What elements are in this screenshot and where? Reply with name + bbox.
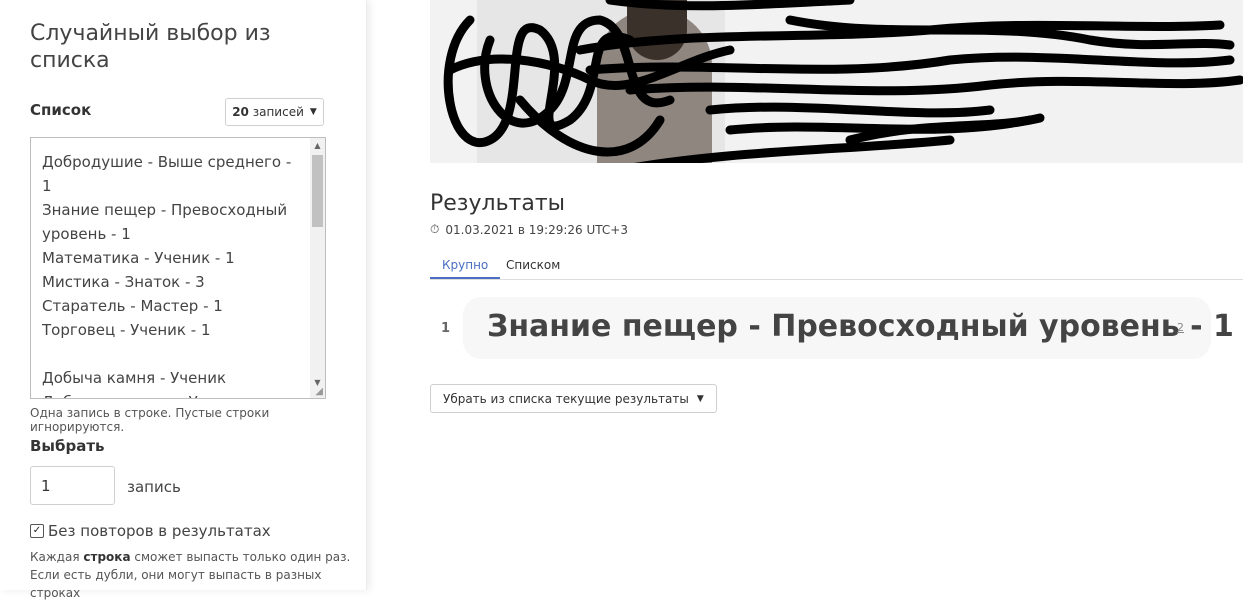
- quantity-input[interactable]: [30, 466, 115, 505]
- chevron-down-icon: ▼: [696, 393, 704, 404]
- redaction-scribble: [443, 0, 1243, 163]
- remove-results-label: Убрать из списка текущие результаты: [443, 391, 689, 406]
- remove-results-button[interactable]: Убрать из списка текущие результаты ▼: [430, 384, 717, 413]
- no-repeat-label: Без повторов в результатах: [48, 522, 271, 540]
- scroll-up-arrow-icon[interactable]: ▲: [310, 138, 325, 153]
- result-text: Знание пещер - Превосходный уровень - 1: [487, 309, 1234, 344]
- hint-prefix: Каждая: [30, 550, 80, 564]
- tab-big[interactable]: Крупно: [430, 252, 501, 279]
- no-repeat-hint: Каждая строка сможет выпасть только один…: [30, 548, 366, 602]
- check-icon[interactable]: ✓: [30, 524, 44, 538]
- record-count-unit: записей: [252, 105, 304, 119]
- list-hint: Одна запись в строке. Пустые строки игно…: [30, 406, 270, 434]
- result-sub-link[interactable]: 2: [1177, 321, 1184, 334]
- record-count-select[interactable]: 20 записей ▼: [225, 98, 324, 126]
- list-textarea[interactable]: Добродушие - Выше среднего - 1 Знание пе…: [30, 137, 326, 399]
- settings-panel: Случайный выбор из списка Список 20 запи…: [0, 0, 367, 600]
- header-banner: [430, 0, 1243, 163]
- tab-list[interactable]: Списком: [494, 252, 572, 279]
- list-scrollbar[interactable]: ▲ ▼: [310, 138, 325, 398]
- record-count-value: 20: [232, 105, 249, 119]
- result-timestamp: ⏱ 01.03.2021 в 19:29:26 UTC+3: [430, 222, 628, 237]
- stopwatch-icon: ⏱: [430, 222, 440, 236]
- chevron-down-icon: ▼: [309, 107, 317, 117]
- result-card: Знание пещер - Превосходный уровень - 1 …: [463, 297, 1234, 359]
- hint-bold: строка: [83, 550, 131, 564]
- no-repeat-checkbox[interactable]: ✓ Без повторов в результатах: [30, 522, 271, 540]
- hint-line2: Если есть дубли, они могут выпасть в раз…: [30, 568, 322, 600]
- resize-grip-icon[interactable]: ◢: [315, 387, 323, 397]
- list-textarea-content[interactable]: Добродушие - Выше среднего - 1 Знание пе…: [42, 150, 304, 398]
- results-tabs: Крупно Списком: [430, 252, 1243, 280]
- list-label: Список: [30, 101, 92, 119]
- results-title: Результаты: [430, 191, 566, 216]
- choose-label: Выбрать: [30, 437, 105, 455]
- scrollbar-thumb[interactable]: [312, 155, 323, 227]
- hint-rest: сможет выпасть только один раз.: [134, 550, 351, 564]
- result-index: 1: [441, 321, 451, 336]
- quantity-unit: запись: [127, 478, 181, 496]
- timestamp-text: 01.03.2021 в 19:29:26 UTC+3: [445, 222, 628, 237]
- panel-title: Случайный выбор из списка: [30, 21, 271, 73]
